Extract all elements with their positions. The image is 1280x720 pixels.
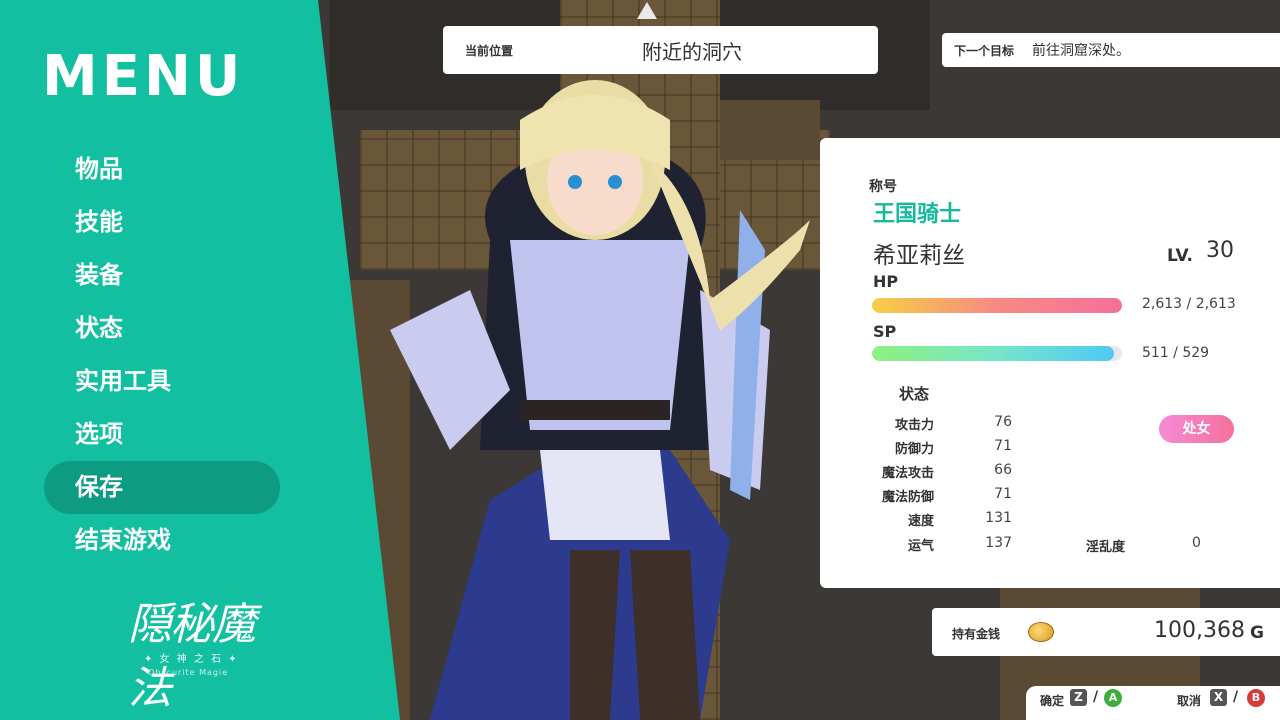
current-location-box: 当前位置 附近的洞穴 bbox=[443, 26, 878, 74]
attr-name: 速度 bbox=[907, 514, 934, 529]
money-value: 100,368 bbox=[1154, 618, 1245, 643]
next-goal-box: 下一个目标 前往洞窟深处。 bbox=[942, 33, 1280, 67]
attr-name: 防御力 bbox=[894, 442, 934, 457]
lewdness-value: 0 bbox=[1192, 535, 1201, 551]
attr-name: 攻击力 bbox=[894, 418, 934, 433]
sp-value: 511 / 529 bbox=[1142, 345, 1210, 361]
title-value: 王国骑士 bbox=[873, 202, 962, 227]
game-logo: 隠秘魔法 ✦ 女 神 之 石 ✦ Obscurite Magie bbox=[128, 588, 278, 714]
goal-value: 前往洞窟深处。 bbox=[1032, 43, 1130, 59]
hp-label: HP bbox=[873, 272, 899, 291]
status-badge: 处女 bbox=[1159, 415, 1234, 443]
sp-bar-fill bbox=[872, 346, 1114, 361]
cancel-label: 取消 bbox=[1177, 694, 1202, 708]
attr-name: 魔法防御 bbox=[881, 490, 934, 505]
confirm-label: 确定 bbox=[1040, 694, 1065, 708]
menu-item-save[interactable]: 保存 bbox=[44, 461, 280, 514]
location-value: 附近的洞穴 bbox=[642, 40, 742, 64]
level-value: 30 bbox=[1206, 238, 1234, 263]
confirm-key-icon[interactable]: Z bbox=[1070, 689, 1087, 706]
attr-value: 137 bbox=[985, 535, 1012, 551]
cancel-key-icon[interactable]: X bbox=[1210, 689, 1227, 706]
menu-item-skills[interactable]: 技能 bbox=[44, 196, 280, 249]
attributes-header: 状态 bbox=[899, 385, 930, 403]
menu-item-options[interactable]: 选项 bbox=[44, 408, 280, 461]
menu-item-tools[interactable]: 实用工具 bbox=[44, 355, 280, 408]
menu-item-status[interactable]: 状态 bbox=[44, 302, 280, 355]
sp-label: SP bbox=[873, 322, 897, 341]
character-status-panel: 称号 王国骑士 希亚莉丝 LV. 30 HP 2,613 / 2,613 SP … bbox=[820, 138, 1280, 588]
location-label: 当前位置 bbox=[465, 44, 514, 58]
money-unit: G bbox=[1250, 623, 1264, 643]
key-hints: 确定 Z / A 取消 X / B bbox=[1026, 686, 1280, 720]
sp-bar bbox=[872, 346, 1122, 361]
attr-name: 运气 bbox=[907, 539, 934, 554]
menu-item-items[interactable]: 物品 bbox=[44, 143, 280, 196]
menu-title: MENU bbox=[42, 44, 245, 109]
lewdness-label: 淫乱度 bbox=[1086, 540, 1126, 555]
attr-value: 66 bbox=[994, 462, 1012, 478]
menu-item-equipment[interactable]: 装备 bbox=[44, 249, 280, 302]
level-label: LV. bbox=[1167, 246, 1193, 266]
logo-subtitle-latin: Obscurite Magie bbox=[148, 668, 229, 677]
menu-list: 物品 技能 装备 状态 实用工具 选项 保存 结束游戏 bbox=[44, 143, 280, 567]
attr-value: 131 bbox=[985, 510, 1012, 526]
hp-bar-fill bbox=[872, 298, 1122, 313]
logo-subtitle: ✦ 女 神 之 石 ✦ bbox=[144, 654, 239, 665]
title-label: 称号 bbox=[869, 179, 897, 195]
character-portrait bbox=[390, 80, 810, 720]
cancel-pad-icon[interactable]: B bbox=[1247, 689, 1265, 707]
menu-item-quit[interactable]: 结束游戏 bbox=[44, 514, 280, 567]
attr-name: 魔法攻击 bbox=[881, 466, 934, 481]
hp-value: 2,613 / 2,613 bbox=[1142, 296, 1236, 312]
hp-bar bbox=[872, 298, 1122, 313]
goal-label: 下一个目标 bbox=[954, 44, 1015, 58]
attr-value: 76 bbox=[994, 414, 1012, 430]
confirm-pad-icon[interactable]: A bbox=[1104, 689, 1122, 707]
attr-value: 71 bbox=[994, 486, 1012, 502]
money-label: 持有金钱 bbox=[952, 627, 1001, 641]
money-box: 持有金钱 100,368 G bbox=[932, 608, 1280, 656]
character-name: 希亚莉丝 bbox=[873, 243, 965, 269]
attr-value: 71 bbox=[994, 438, 1012, 454]
confirm-separator: / bbox=[1093, 689, 1099, 705]
cancel-separator: / bbox=[1233, 689, 1239, 705]
map-up-arrow-icon bbox=[637, 2, 657, 19]
coin-icon bbox=[1028, 622, 1054, 642]
